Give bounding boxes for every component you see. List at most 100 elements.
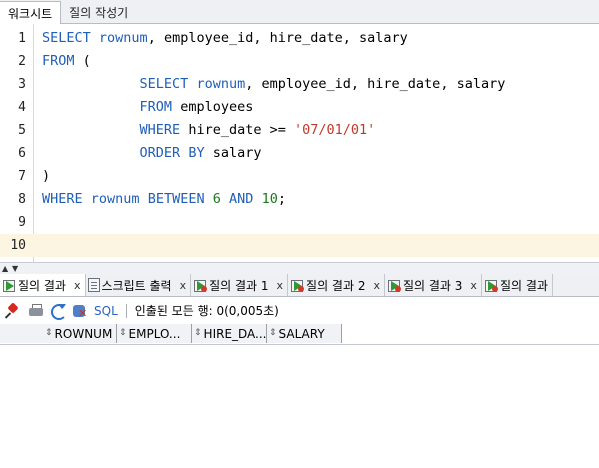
result-tab[interactable]: 질의 결과 x [0, 274, 86, 296]
result-tab[interactable]: 질의 결과 2 x [288, 274, 385, 296]
sql-editor[interactable]: 1 SELECT rownum, employee_id, hire_date, … [0, 24, 599, 262]
sql-text: employees [172, 99, 254, 115]
query-result-error-icon [484, 278, 498, 292]
editor-line[interactable]: 8 WHERE rownum BETWEEN 6 AND 10; [0, 188, 599, 211]
sql-text: ; [277, 191, 286, 207]
sql-keyword: WHERE [139, 122, 181, 138]
code-text: FROM employees [42, 96, 254, 119]
line-number: 9 [18, 215, 26, 230]
query-result-error-icon [193, 278, 208, 292]
sort-icon: ⇕ [194, 328, 202, 338]
result-toolbar: ✕ SQL 인출된 모든 행: 0(0,005초) [0, 297, 599, 325]
sql-keyword: rownum [98, 30, 148, 46]
sort-icon: ⇕ [45, 328, 53, 338]
sql-keyword: WHERE [42, 191, 83, 207]
close-tab-icon[interactable]: x [277, 279, 284, 292]
tab-query-builder[interactable]: 질의 작성기 [61, 1, 136, 23]
editor-line[interactable]: 7) [0, 165, 599, 188]
line-number: 1 [18, 31, 26, 46]
line-number: 5 [18, 123, 26, 138]
tab-query-builder-label: 질의 작성기 [69, 5, 129, 20]
sql-text: , employee_id, hire_date, salary [245, 76, 506, 92]
column-header-hire-date[interactable]: ⇕ HIRE_DA... [192, 324, 267, 343]
code-text: ) [42, 165, 50, 188]
sql-link[interactable]: SQL [94, 304, 118, 318]
code-text: WHERE rownum BETWEEN 6 AND 10; [42, 188, 286, 211]
editor-line[interactable]: 5 WHERE hire_date >= '07/01/01' [0, 119, 599, 142]
result-tab[interactable]: 질의 결과 [482, 274, 553, 296]
sql-keyword: ORDER BY [139, 145, 205, 161]
toolbar-divider [125, 303, 127, 318]
code-text: WHERE hire_date >= '07/01/01' [42, 119, 376, 142]
tab-worksheet[interactable]: 워크시트 [0, 1, 62, 24]
sql-keyword: AND [229, 191, 254, 207]
column-label: HIRE_DA... [203, 326, 266, 341]
refresh-icon[interactable] [50, 303, 67, 320]
line-number: 8 [18, 192, 26, 207]
result-tab-label: 질의 결과 2 [306, 278, 366, 293]
column-label: ROWNUM [54, 326, 113, 341]
grid-corner [0, 324, 44, 343]
editor-line[interactable]: 3 SELECT rownum, employee_id, hire_date,… [0, 73, 599, 96]
result-tab-label: 질의 결과 [499, 278, 548, 293]
sql-text: salary [204, 145, 262, 161]
sql-keyword: BETWEEN [147, 191, 205, 207]
line-number: 4 [18, 100, 26, 115]
collapse-up-icon[interactable]: ▲ [2, 265, 8, 273]
editor-line[interactable]: 9 [0, 211, 599, 234]
sql-text: ( [74, 53, 91, 69]
collapse-down-icon[interactable]: ▼ [12, 265, 18, 273]
result-tab[interactable]: 질의 결과 1 x [191, 274, 289, 296]
code-text: SELECT rownum, employee_id, hire_date, s… [42, 73, 506, 96]
column-header-salary[interactable]: ⇕ SALARY [267, 324, 342, 343]
editor-line[interactable]: 4 FROM employees [0, 96, 599, 119]
editor-line[interactable]: 10 [0, 234, 599, 257]
column-label: EMPLO... [128, 326, 181, 341]
code-text: SELECT rownum, employee_id, hire_date, s… [42, 27, 408, 50]
query-result-icon [2, 278, 16, 292]
cancel-query-icon[interactable]: ✕ [72, 303, 88, 319]
pin-icon[interactable] [4, 301, 22, 319]
close-tab-icon[interactable]: x [74, 279, 81, 292]
tab-worksheet-label: 워크시트 [8, 6, 53, 21]
print-icon[interactable] [28, 303, 44, 319]
sort-icon: ⇕ [119, 328, 127, 338]
sql-keyword: SELECT [139, 76, 189, 92]
column-header-rownum[interactable]: ⇕ ROWNUM [43, 324, 117, 343]
sql-keyword: rownum [196, 76, 246, 92]
sql-number: 10 [261, 191, 278, 207]
close-tab-icon[interactable]: x [180, 279, 187, 292]
worksheet-tab-bar: 워크시트 질의 작성기 [0, 0, 599, 24]
column-header-employee-id[interactable]: ⇕ EMPLO... [117, 324, 192, 343]
sql-text: ) [42, 168, 51, 184]
result-tab-label: 스크립트 출력 [101, 278, 172, 293]
sql-text: hire_date >= [180, 122, 294, 138]
close-tab-icon[interactable]: x [373, 279, 380, 292]
line-number: 10 [10, 238, 26, 253]
sql-keyword: rownum [90, 191, 140, 207]
query-result-error-icon [290, 278, 305, 292]
editor-line[interactable]: 2 FROM ( [0, 50, 599, 73]
result-tab[interactable]: 스크립트 출력 x [86, 274, 192, 296]
sql-keyword: FROM [42, 53, 75, 69]
fetch-status: 인출된 모든 행: 0(0,005초) [134, 304, 279, 318]
editor-line[interactable]: 1 SELECT rownum, employee_id, hire_date, … [0, 27, 599, 50]
sql-keyword: FROM [139, 99, 173, 115]
editor-line[interactable]: 6 ORDER BY salary [0, 142, 599, 165]
result-tab[interactable]: 질의 결과 3 x [385, 274, 482, 296]
column-label: SALARY [278, 326, 325, 341]
result-tab-label: 질의 결과 1 [209, 278, 269, 293]
result-grid-header: ⇕ ROWNUM ⇕ EMPLO... ⇕ HIRE_DA... ⇕ SALAR… [0, 324, 599, 345]
sort-icon: ⇕ [269, 328, 277, 338]
close-tab-icon[interactable]: x [470, 279, 477, 292]
